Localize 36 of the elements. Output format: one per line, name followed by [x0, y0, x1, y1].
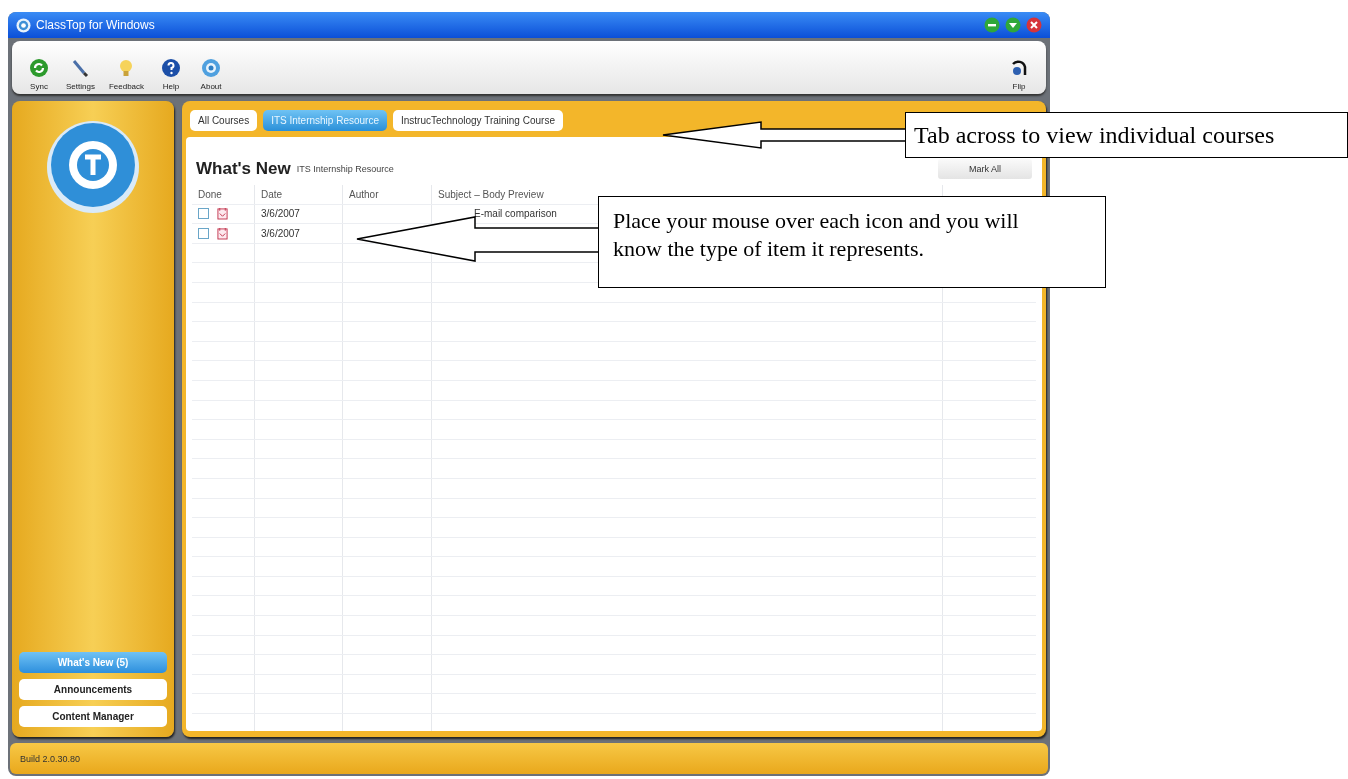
mark-all-button[interactable]: Mark All	[938, 159, 1032, 179]
column-header: Date	[255, 185, 343, 204]
wrench-icon	[70, 58, 91, 78]
table-cell: 3/6/2007	[255, 224, 343, 243]
toolbar-button[interactable]: Feedback	[108, 58, 145, 91]
toolbar-button[interactable]: Help	[158, 58, 185, 91]
section-subtitle: ITS Internship Resource	[296, 164, 394, 174]
callout-text: Place your mouse over each icon and you will know the type of item it represents.	[613, 208, 1019, 261]
section-title: What's New	[196, 159, 291, 179]
toolbar-button[interactable]: Sync	[26, 58, 52, 91]
calendar-icon	[217, 207, 228, 221]
column-header: Author	[343, 185, 432, 204]
column-header: Done	[192, 185, 255, 204]
restore-button[interactable]	[1005, 17, 1021, 33]
toolbar-button[interactable]: About	[198, 58, 225, 91]
info-logo-icon	[201, 58, 222, 78]
sync-icon	[29, 58, 49, 78]
course-tab[interactable]: All Courses	[190, 110, 258, 131]
toolbar-button[interactable]: Settings	[66, 58, 95, 91]
flip-icon	[1009, 58, 1029, 78]
table-cell: 3/6/2007	[255, 204, 343, 224]
sidebar-item[interactable]: Announcements	[19, 679, 167, 700]
build-label: Build 2.0.30.80	[20, 753, 81, 764]
minimize-button[interactable]	[984, 17, 1000, 33]
table-cell-text: E-mail comparison	[473, 208, 557, 220]
calendar-icon	[217, 227, 228, 240]
callout-text: Tab across to view individual courses	[914, 121, 1275, 149]
course-tab[interactable]: InstrucTechnology Training Course	[392, 110, 563, 131]
window-title: ClassTop for Windows	[36, 18, 155, 32]
toolbar-button[interactable]: Flip	[1006, 58, 1032, 91]
help-icon	[161, 58, 182, 78]
app-logo-icon	[16, 17, 31, 33]
close-button[interactable]	[1026, 17, 1042, 33]
sidebar-item[interactable]: Content Manager	[19, 706, 167, 727]
checkbox[interactable]	[198, 228, 209, 239]
checkbox[interactable]	[198, 208, 209, 220]
